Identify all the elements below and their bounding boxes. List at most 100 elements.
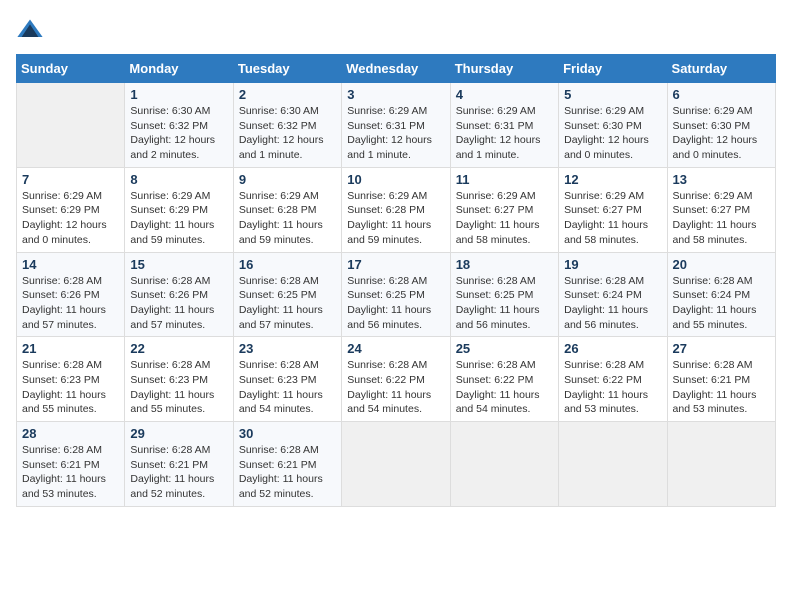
day-info: Sunrise: 6:29 AMSunset: 6:27 PMDaylight:… bbox=[456, 189, 553, 248]
calendar-cell: 12 Sunrise: 6:29 AMSunset: 6:27 PMDayligh… bbox=[559, 167, 667, 252]
day-number: 12 bbox=[564, 172, 661, 187]
day-info: Sunrise: 6:29 AMSunset: 6:29 PMDaylight:… bbox=[22, 189, 119, 248]
day-number: 18 bbox=[456, 257, 553, 272]
day-number: 25 bbox=[456, 341, 553, 356]
day-info: Sunrise: 6:28 AMSunset: 6:21 PMDaylight:… bbox=[673, 358, 770, 417]
day-info: Sunrise: 6:28 AMSunset: 6:22 PMDaylight:… bbox=[456, 358, 553, 417]
calendar-cell: 30 Sunrise: 6:28 AMSunset: 6:21 PMDayligh… bbox=[233, 422, 341, 507]
day-info: Sunrise: 6:28 AMSunset: 6:25 PMDaylight:… bbox=[239, 274, 336, 333]
logo bbox=[16, 16, 48, 44]
day-number: 3 bbox=[347, 87, 444, 102]
calendar-table: SundayMondayTuesdayWednesdayThursdayFrid… bbox=[16, 54, 776, 507]
page-header bbox=[16, 16, 776, 44]
day-number: 10 bbox=[347, 172, 444, 187]
day-info: Sunrise: 6:28 AMSunset: 6:23 PMDaylight:… bbox=[22, 358, 119, 417]
calendar-cell: 7 Sunrise: 6:29 AMSunset: 6:29 PMDaylight… bbox=[17, 167, 125, 252]
day-info: Sunrise: 6:29 AMSunset: 6:30 PMDaylight:… bbox=[673, 104, 770, 163]
calendar-cell: 24Sunrise: 6:28 AMSunset: 6:22 PMDayligh… bbox=[342, 337, 450, 422]
day-number: 8 bbox=[130, 172, 227, 187]
day-info: Sunrise: 6:28 AMSunset: 6:22 PMDaylight:… bbox=[564, 358, 661, 417]
calendar-week-1: 1 Sunrise: 6:30 AMSunset: 6:32 PMDaylight… bbox=[17, 83, 776, 168]
day-number: 28 bbox=[22, 426, 119, 441]
day-number: 7 bbox=[22, 172, 119, 187]
weekday-header-wednesday: Wednesday bbox=[342, 55, 450, 83]
calendar-week-3: 14 Sunrise: 6:28 AMSunset: 6:26 PMDayligh… bbox=[17, 252, 776, 337]
day-info: Sunrise: 6:28 AMSunset: 6:21 PMDaylight:… bbox=[22, 443, 119, 502]
calendar-cell: 16 Sunrise: 6:28 AMSunset: 6:25 PMDayligh… bbox=[233, 252, 341, 337]
calendar-cell: 5 Sunrise: 6:29 AMSunset: 6:30 PMDaylight… bbox=[559, 83, 667, 168]
day-number: 1 bbox=[130, 87, 227, 102]
day-number: 11 bbox=[456, 172, 553, 187]
calendar-cell bbox=[342, 422, 450, 507]
day-number: 19 bbox=[564, 257, 661, 272]
day-number: 17 bbox=[347, 257, 444, 272]
day-info: Sunrise: 6:28 AMSunset: 6:21 PMDaylight:… bbox=[239, 443, 336, 502]
day-number: 29 bbox=[130, 426, 227, 441]
logo-icon bbox=[16, 16, 44, 44]
calendar-cell bbox=[667, 422, 775, 507]
day-number: 21 bbox=[22, 341, 119, 356]
day-info: Sunrise: 6:28 AMSunset: 6:21 PMDaylight:… bbox=[130, 443, 227, 502]
calendar-cell bbox=[559, 422, 667, 507]
calendar-cell: 6Sunrise: 6:29 AMSunset: 6:30 PMDaylight… bbox=[667, 83, 775, 168]
calendar-cell: 18 Sunrise: 6:28 AMSunset: 6:25 PMDayligh… bbox=[450, 252, 558, 337]
day-info: Sunrise: 6:29 AMSunset: 6:29 PMDaylight:… bbox=[130, 189, 227, 248]
calendar-cell: 19Sunrise: 6:28 AMSunset: 6:24 PMDayligh… bbox=[559, 252, 667, 337]
day-info: Sunrise: 6:28 AMSunset: 6:25 PMDaylight:… bbox=[456, 274, 553, 333]
day-info: Sunrise: 6:29 AMSunset: 6:27 PMDaylight:… bbox=[673, 189, 770, 248]
day-number: 14 bbox=[22, 257, 119, 272]
day-info: Sunrise: 6:28 AMSunset: 6:25 PMDaylight:… bbox=[347, 274, 444, 333]
day-info: Sunrise: 6:28 AMSunset: 6:22 PMDaylight:… bbox=[347, 358, 444, 417]
calendar-cell: 8 Sunrise: 6:29 AMSunset: 6:29 PMDaylight… bbox=[125, 167, 233, 252]
calendar-cell bbox=[450, 422, 558, 507]
calendar-cell: 25 Sunrise: 6:28 AMSunset: 6:22 PMDayligh… bbox=[450, 337, 558, 422]
calendar-week-2: 7 Sunrise: 6:29 AMSunset: 6:29 PMDaylight… bbox=[17, 167, 776, 252]
day-info: Sunrise: 6:28 AMSunset: 6:26 PMDaylight:… bbox=[22, 274, 119, 333]
calendar-cell: 13 Sunrise: 6:29 AMSunset: 6:27 PMDayligh… bbox=[667, 167, 775, 252]
calendar-week-4: 21 Sunrise: 6:28 AMSunset: 6:23 PMDayligh… bbox=[17, 337, 776, 422]
day-number: 15 bbox=[130, 257, 227, 272]
calendar-cell: 11 Sunrise: 6:29 AMSunset: 6:27 PMDayligh… bbox=[450, 167, 558, 252]
day-info: Sunrise: 6:29 AMSunset: 6:30 PMDaylight:… bbox=[564, 104, 661, 163]
day-number: 5 bbox=[564, 87, 661, 102]
calendar-cell: 2 Sunrise: 6:30 AMSunset: 6:32 PMDaylight… bbox=[233, 83, 341, 168]
calendar-cell: 28 Sunrise: 6:28 AMSunset: 6:21 PMDayligh… bbox=[17, 422, 125, 507]
weekday-header-saturday: Saturday bbox=[667, 55, 775, 83]
calendar-cell bbox=[17, 83, 125, 168]
calendar-cell: 15Sunrise: 6:28 AMSunset: 6:26 PMDayligh… bbox=[125, 252, 233, 337]
day-number: 16 bbox=[239, 257, 336, 272]
day-number: 4 bbox=[456, 87, 553, 102]
day-number: 26 bbox=[564, 341, 661, 356]
day-info: Sunrise: 6:29 AMSunset: 6:28 PMDaylight:… bbox=[239, 189, 336, 248]
calendar-week-5: 28 Sunrise: 6:28 AMSunset: 6:21 PMDayligh… bbox=[17, 422, 776, 507]
day-number: 30 bbox=[239, 426, 336, 441]
day-info: Sunrise: 6:30 AMSunset: 6:32 PMDaylight:… bbox=[239, 104, 336, 163]
day-number: 20 bbox=[673, 257, 770, 272]
calendar-cell: 1 Sunrise: 6:30 AMSunset: 6:32 PMDaylight… bbox=[125, 83, 233, 168]
calendar-cell: 29 Sunrise: 6:28 AMSunset: 6:21 PMDayligh… bbox=[125, 422, 233, 507]
day-info: Sunrise: 6:29 AMSunset: 6:31 PMDaylight:… bbox=[347, 104, 444, 163]
day-number: 27 bbox=[673, 341, 770, 356]
day-info: Sunrise: 6:28 AMSunset: 6:23 PMDaylight:… bbox=[239, 358, 336, 417]
day-info: Sunrise: 6:29 AMSunset: 6:31 PMDaylight:… bbox=[456, 104, 553, 163]
weekday-header-sunday: Sunday bbox=[17, 55, 125, 83]
calendar-cell: 21 Sunrise: 6:28 AMSunset: 6:23 PMDayligh… bbox=[17, 337, 125, 422]
calendar-cell: 20Sunrise: 6:28 AMSunset: 6:24 PMDayligh… bbox=[667, 252, 775, 337]
calendar-cell: 10 Sunrise: 6:29 AMSunset: 6:28 PMDayligh… bbox=[342, 167, 450, 252]
day-info: Sunrise: 6:29 AMSunset: 6:27 PMDaylight:… bbox=[564, 189, 661, 248]
calendar-cell: 22 Sunrise: 6:28 AMSunset: 6:23 PMDayligh… bbox=[125, 337, 233, 422]
calendar-cell: 3 Sunrise: 6:29 AMSunset: 6:31 PMDaylight… bbox=[342, 83, 450, 168]
day-number: 2 bbox=[239, 87, 336, 102]
weekday-header-tuesday: Tuesday bbox=[233, 55, 341, 83]
calendar-cell: 27 Sunrise: 6:28 AMSunset: 6:21 PMDayligh… bbox=[667, 337, 775, 422]
weekday-header-monday: Monday bbox=[125, 55, 233, 83]
day-number: 9 bbox=[239, 172, 336, 187]
day-number: 13 bbox=[673, 172, 770, 187]
calendar-cell: 9 Sunrise: 6:29 AMSunset: 6:28 PMDaylight… bbox=[233, 167, 341, 252]
day-info: Sunrise: 6:29 AMSunset: 6:28 PMDaylight:… bbox=[347, 189, 444, 248]
calendar-cell: 23Sunrise: 6:28 AMSunset: 6:23 PMDayligh… bbox=[233, 337, 341, 422]
calendar-cell: 14 Sunrise: 6:28 AMSunset: 6:26 PMDayligh… bbox=[17, 252, 125, 337]
day-info: Sunrise: 6:28 AMSunset: 6:23 PMDaylight:… bbox=[130, 358, 227, 417]
day-info: Sunrise: 6:30 AMSunset: 6:32 PMDaylight:… bbox=[130, 104, 227, 163]
day-number: 22 bbox=[130, 341, 227, 356]
